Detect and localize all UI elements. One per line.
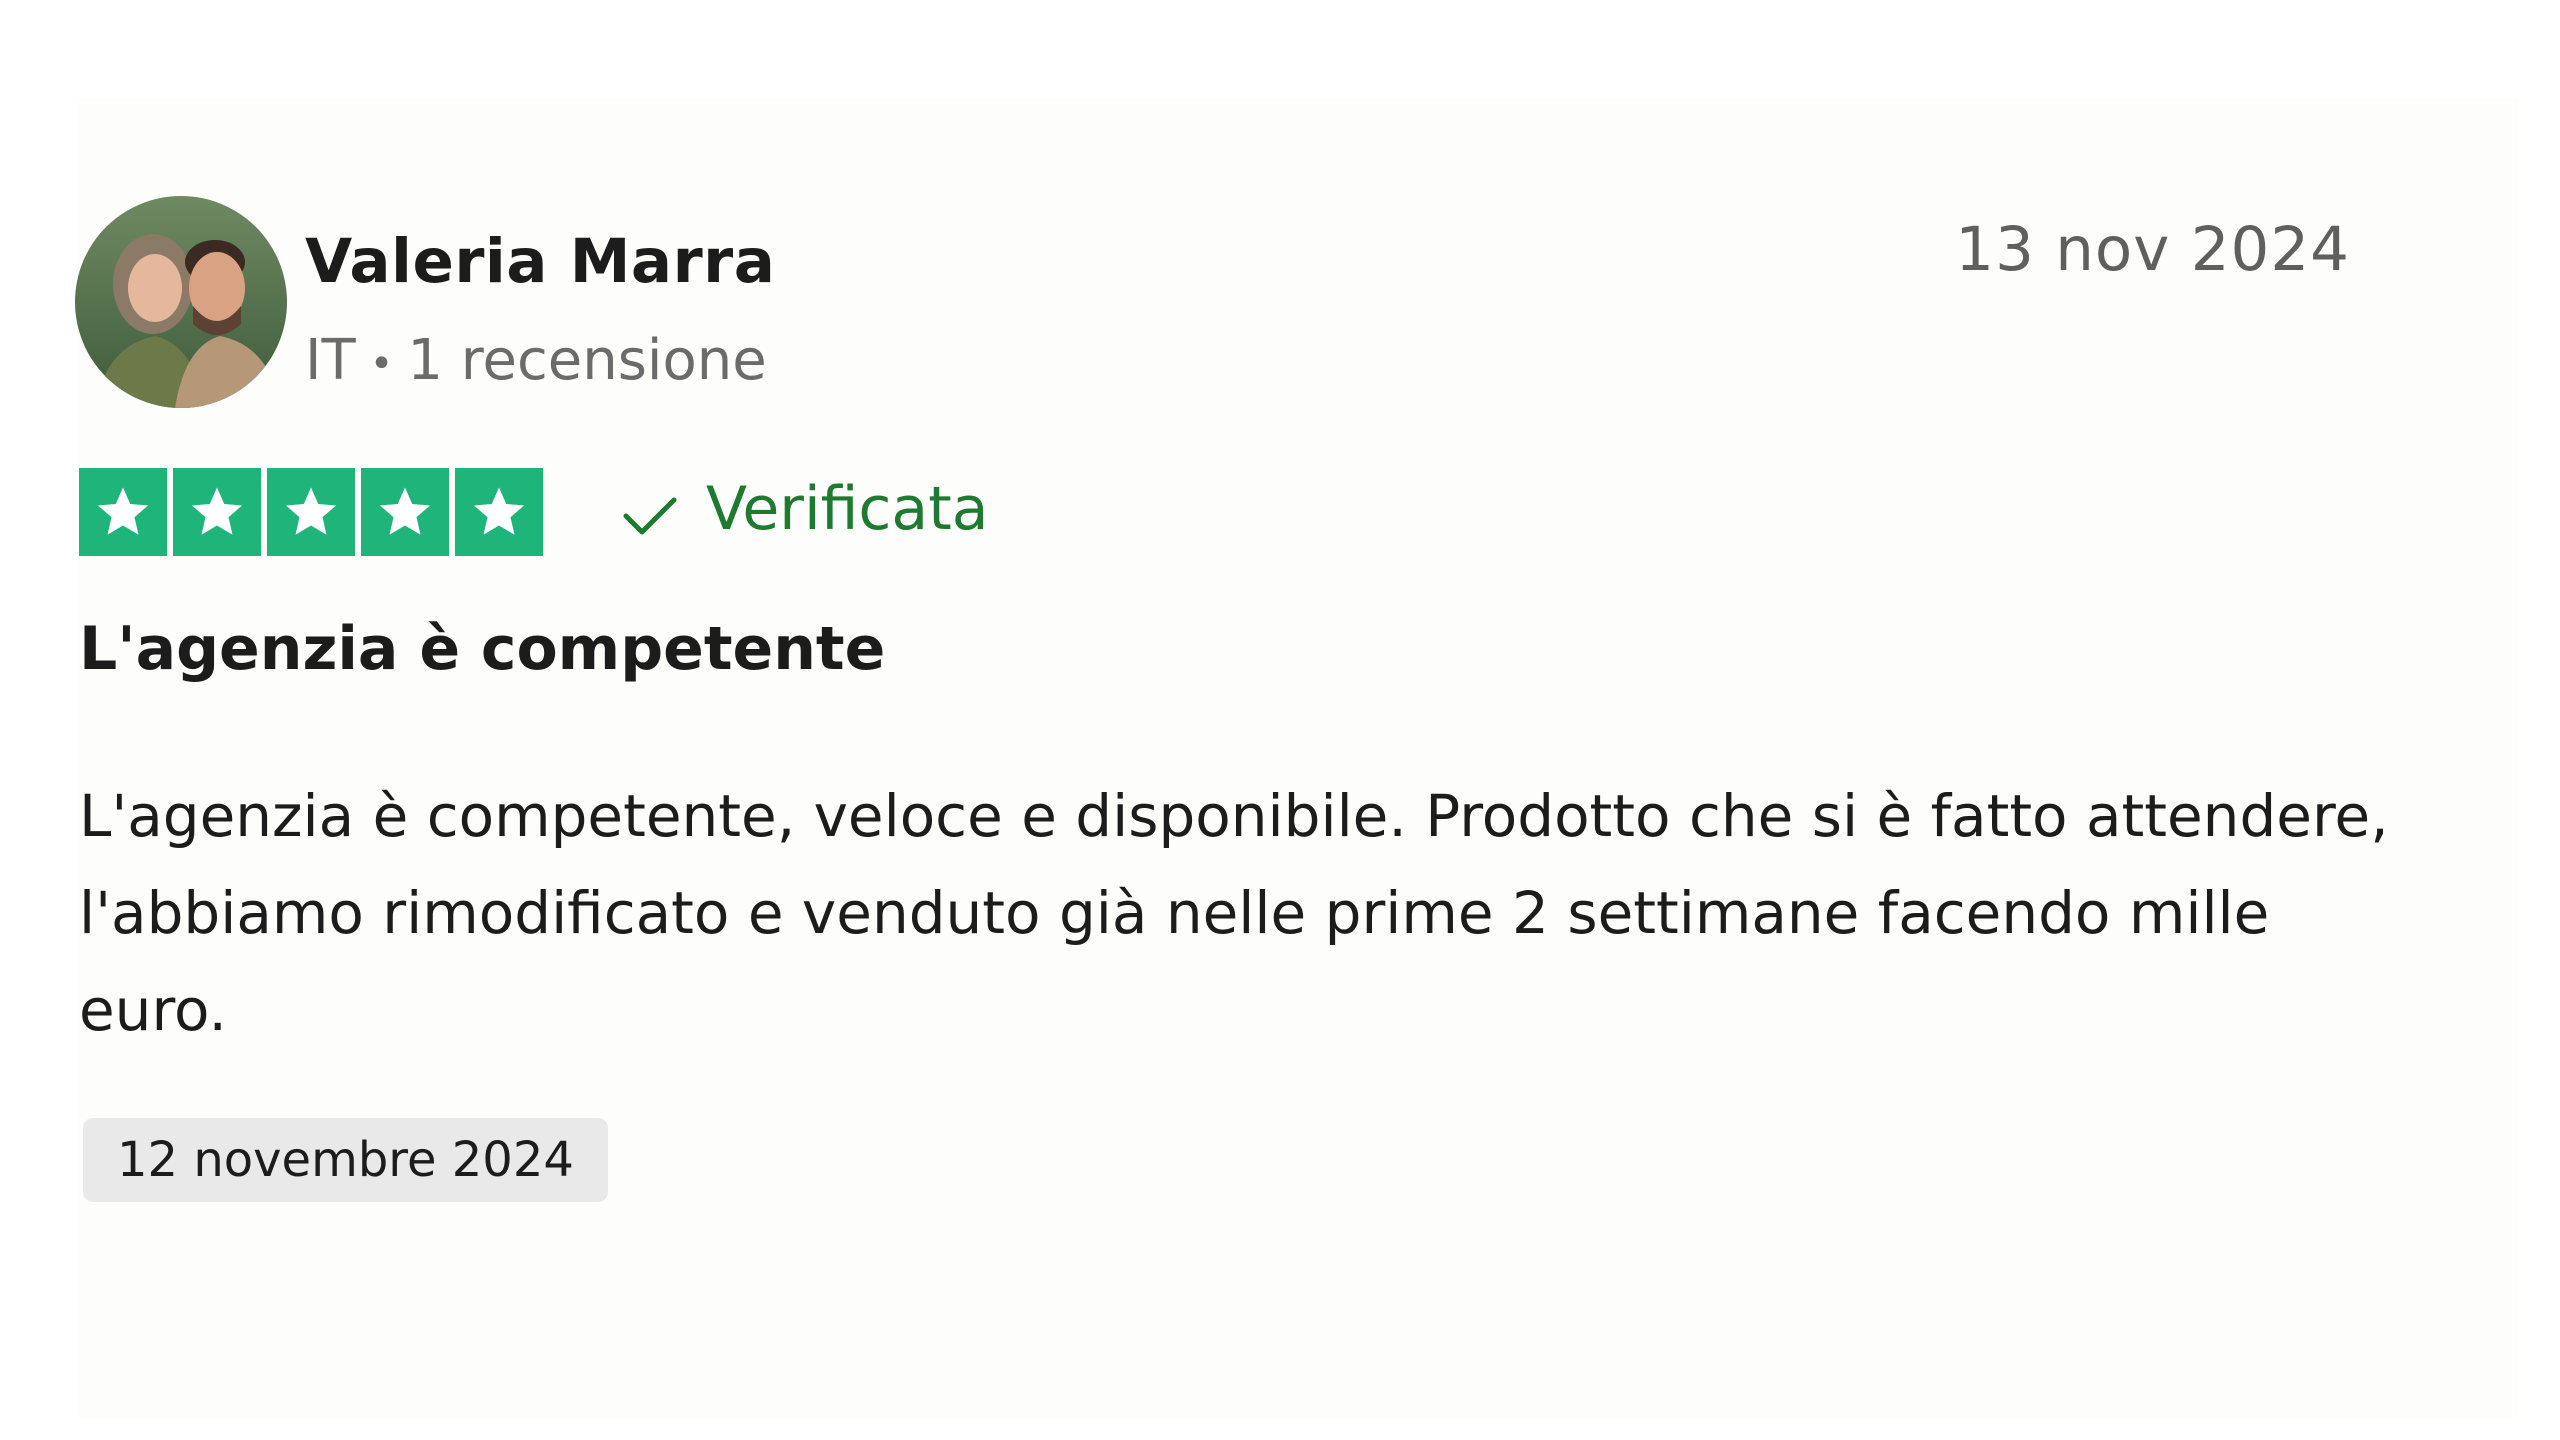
- checkmark-icon: [622, 480, 678, 538]
- experience-date-badge: 12 novembre 2024: [83, 1118, 608, 1202]
- reviewer-review-count: 1 recensione: [407, 328, 767, 393]
- avatar[interactable]: [75, 196, 287, 408]
- meta-separator: •: [369, 340, 394, 387]
- verified-badge[interactable]: Verificata: [622, 474, 988, 544]
- star-icon: [173, 468, 261, 556]
- reviewer-meta: IT • 1 recensione: [305, 328, 767, 393]
- star-icon: [361, 468, 449, 556]
- review-date: 13 nov 2024: [1955, 214, 2350, 285]
- review-title: L'agenzia è competente: [79, 614, 886, 684]
- star-icon: [79, 468, 167, 556]
- avatar-photo-icon: [75, 196, 287, 408]
- star-icon: [267, 468, 355, 556]
- review-body: L'agenzia è competente, veloce e disponi…: [79, 782, 2389, 1044]
- reviewer-name[interactable]: Valeria Marra: [305, 226, 775, 297]
- star-rating: [79, 468, 543, 556]
- star-icon: [455, 468, 543, 556]
- verified-label: Verificata: [706, 474, 989, 544]
- reviewer-country: IT: [305, 328, 356, 393]
